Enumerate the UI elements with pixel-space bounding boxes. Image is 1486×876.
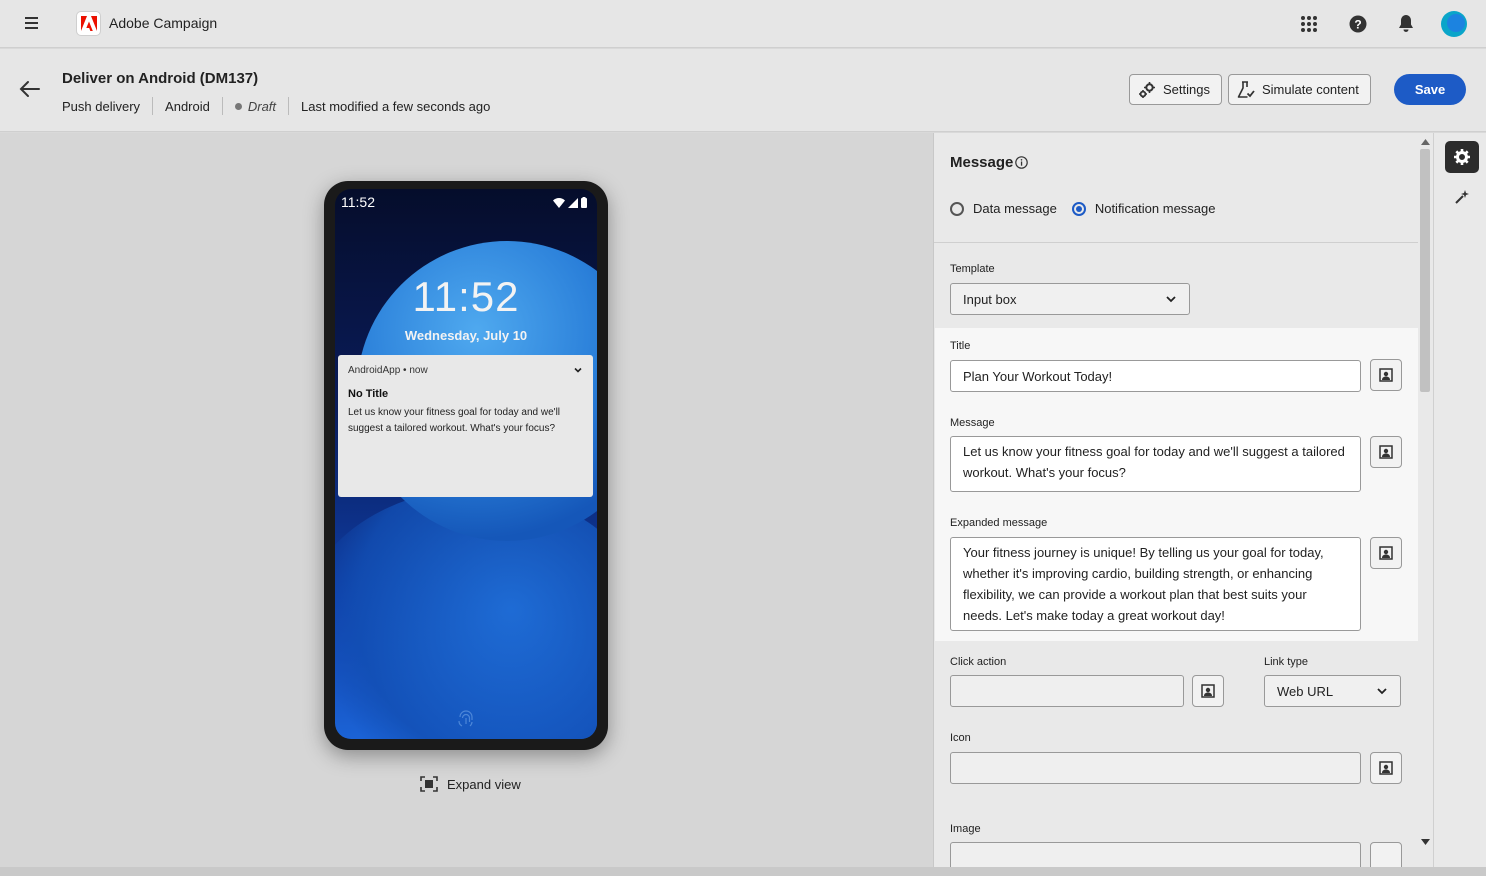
click-action-label: Click action — [950, 656, 1007, 668]
delivery-meta: Push delivery Android Draft Last modifie… — [62, 97, 490, 115]
panel-scrollbar[interactable] — [1418, 133, 1433, 867]
click-action-input[interactable] — [950, 675, 1184, 707]
status-bar-time: 11:52 — [341, 194, 375, 210]
user-avatar[interactable] — [1441, 11, 1467, 37]
lockscreen-date: Wednesday, July 10 — [404, 328, 528, 343]
lockscreen-clock: 11:52 — [412, 273, 520, 320]
adobe-logo-icon — [76, 11, 101, 36]
settings-label: Settings — [1163, 82, 1210, 97]
notification-message-radio[interactable] — [1071, 201, 1086, 216]
menu-icon[interactable] — [22, 14, 42, 34]
help-icon[interactable]: ? — [1346, 12, 1370, 36]
top-bar: Adobe Campaign ? — [0, 0, 1486, 48]
divider — [221, 97, 223, 115]
personalize-icon — [1201, 684, 1215, 698]
template-select[interactable]: Input box — [950, 283, 1190, 315]
message-type-radios: Data message Notification message — [950, 201, 1216, 216]
push-notification-card[interactable]: AndroidApp • now No Title Let us know yo… — [338, 355, 593, 497]
scroll-up-icon — [1421, 139, 1430, 145]
personalize-message-button[interactable] — [1370, 436, 1402, 468]
personalize-icon-button[interactable] — [1370, 752, 1402, 784]
simulate-content-button[interactable]: Simulate content — [1228, 74, 1371, 105]
link-type-label: Link type — [1264, 656, 1309, 668]
fingerprint-icon — [458, 710, 473, 727]
wifi-icon — [553, 197, 565, 208]
personalize-title-button[interactable] — [1370, 359, 1402, 391]
personalize-image-button[interactable] — [1370, 842, 1402, 867]
message-heading: Message — [950, 154, 1014, 171]
expand-view-button[interactable]: Expand view — [420, 776, 521, 792]
message-properties-panel: Message Data message Notification messag… — [933, 133, 1418, 867]
back-arrow-icon[interactable] — [18, 77, 42, 101]
link-type-value: Web URL — [1277, 683, 1334, 699]
scrollbar-thumb[interactable] — [1420, 149, 1430, 392]
personalize-click-action-button[interactable] — [1192, 675, 1224, 707]
message-label: Message — [950, 417, 995, 429]
status-dot-icon — [234, 102, 242, 110]
page-title: Deliver on Android (DM137) — [62, 70, 259, 87]
signal-icon — [568, 197, 578, 208]
title-input[interactable]: Plan Your Workout Today! — [950, 360, 1361, 392]
data-message-radio[interactable] — [950, 201, 964, 216]
delivery-header: Deliver on Android (DM137) Push delivery… — [0, 49, 1486, 132]
status-bar-icons — [553, 197, 587, 208]
icon-label: Icon — [950, 732, 971, 744]
template-value: Input box — [963, 291, 1017, 307]
personalize-expanded-button[interactable] — [1370, 537, 1402, 569]
flask-check-icon — [1237, 80, 1255, 98]
data-message-label[interactable]: Data message — [973, 201, 1057, 216]
personalize-icon — [1379, 368, 1393, 382]
svg-text:?: ? — [1354, 18, 1361, 32]
gear-icon — [1454, 149, 1470, 165]
personalize-icon — [1379, 445, 1393, 459]
chevron-down-icon — [1166, 296, 1176, 303]
save-button[interactable]: Save — [1394, 74, 1466, 105]
expanded-message-textarea[interactable]: Your fitness journey is unique! By telli… — [950, 537, 1361, 631]
icon-input[interactable] — [950, 752, 1361, 784]
status-badge: Draft — [247, 98, 277, 114]
notification-app-line: AndroidApp • now — [348, 365, 428, 376]
expand-view-label: Expand view — [447, 776, 521, 792]
phone-screen: 11:52 11:52 Wednesday, July 10 AndroidAp… — [335, 189, 597, 739]
simulate-label: Simulate content — [1262, 82, 1359, 97]
sparkle-assistant-button[interactable] — [1445, 181, 1479, 213]
personalize-icon — [1379, 761, 1393, 775]
template-label: Template — [950, 263, 995, 275]
divider — [152, 97, 154, 115]
right-tool-rail — [1433, 133, 1486, 867]
delivery-type: Push delivery — [62, 98, 141, 114]
delivery-channel: Android — [165, 98, 210, 114]
magic-wand-icon — [1455, 190, 1469, 204]
android-phone-frame: 11:52 11:52 Wednesday, July 10 AndroidAp… — [324, 181, 608, 750]
apps-grid-icon[interactable] — [1297, 12, 1321, 36]
app-title[interactable]: Adobe Campaign — [109, 15, 217, 31]
chevron-down-icon — [1377, 688, 1387, 695]
bottom-scroll-strip — [0, 867, 1486, 876]
last-modified: Last modified a few seconds ago — [301, 98, 491, 114]
image-input[interactable] — [950, 842, 1361, 867]
message-section: Message Data message Notification messag… — [934, 133, 1418, 243]
info-icon[interactable] — [1015, 156, 1028, 169]
divider — [288, 97, 290, 115]
device-preview-area: 11:52 11:52 Wednesday, July 10 AndroidAp… — [0, 133, 933, 867]
link-type-select[interactable]: Web URL — [1264, 675, 1401, 707]
notifications-bell-icon[interactable] — [1394, 12, 1418, 36]
gears-icon — [1139, 81, 1155, 98]
battery-icon — [581, 197, 587, 208]
properties-settings-button[interactable] — [1445, 141, 1479, 173]
notification-message-label[interactable]: Notification message — [1095, 201, 1216, 216]
message-textarea[interactable]: Let us know your fitness goal for today … — [950, 436, 1361, 492]
personalize-icon — [1379, 546, 1393, 560]
scroll-down-icon — [1421, 839, 1430, 845]
image-label: Image — [950, 823, 981, 835]
expand-frame-icon — [420, 776, 438, 792]
settings-button[interactable]: Settings — [1129, 74, 1222, 105]
chevron-down-icon — [574, 367, 582, 373]
notification-title: No Title — [348, 388, 389, 400]
title-label: Title — [950, 340, 971, 352]
notification-body: Let us know your fitness goal for today … — [348, 407, 561, 434]
expanded-message-label: Expanded message — [950, 517, 1048, 529]
